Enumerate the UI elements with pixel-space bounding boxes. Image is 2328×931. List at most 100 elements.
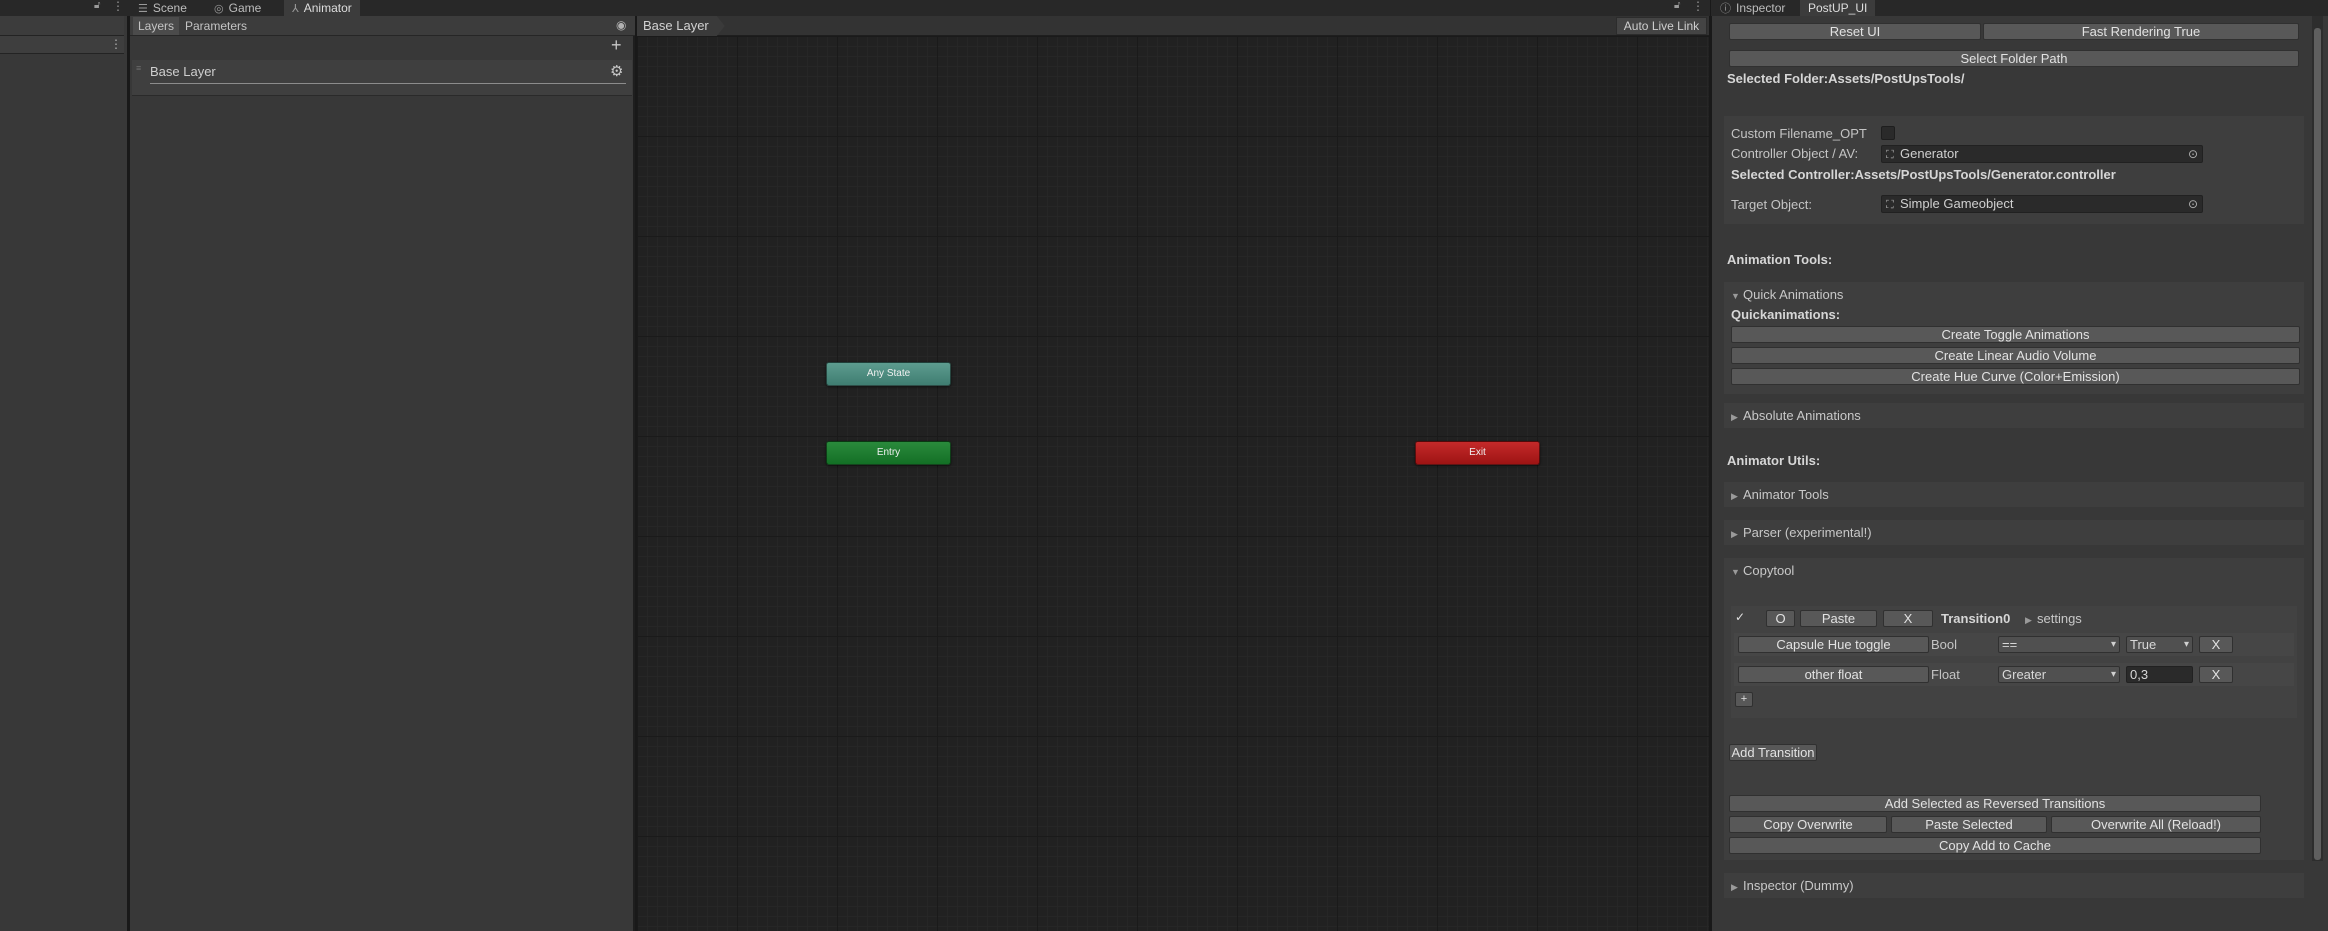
lock-icon[interactable]: 🔓︎	[1674, 0, 1680, 11]
controller-object-field[interactable]: ⛶ Generator ⊙	[1881, 145, 2203, 163]
hierarchy-row[interactable]: ⋮	[0, 36, 124, 54]
tab-game[interactable]: ◎ Game	[206, 0, 269, 16]
foldout-closed-icon: ▶	[2025, 615, 2032, 625]
tab-animator-label: Animator	[303, 1, 352, 15]
chevron-down-icon: ▾	[2183, 639, 2189, 650]
prefab-icon: ⛶	[1886, 149, 1894, 161]
auto-live-link-button[interactable]: Auto Live Link	[1616, 17, 1707, 35]
paste-button[interactable]: Paste	[1800, 610, 1877, 627]
any-state-node[interactable]: Any State	[826, 362, 951, 386]
tab-scene[interactable]: ☰ Scene	[130, 0, 195, 16]
add-condition-button[interactable]: +	[1735, 692, 1753, 707]
gamepad-icon: ◎	[214, 2, 224, 15]
exit-node[interactable]: Exit	[1415, 441, 1540, 465]
controller-value: Generator	[1900, 146, 1959, 161]
drag-handle-icon[interactable]: ≡	[136, 64, 141, 73]
create-toggle-animations-button[interactable]: Create Toggle Animations	[1731, 326, 2300, 343]
scrollbar-thumb[interactable]	[2314, 28, 2321, 860]
condition-value-field[interactable]: 0,3	[2126, 666, 2193, 683]
fast-rendering-button[interactable]: Fast Rendering True	[1983, 23, 2299, 40]
eye-icon[interactable]: ◉	[616, 18, 626, 32]
animator-utils-header: Animator Utils:	[1727, 453, 1821, 468]
o-button[interactable]: O	[1766, 610, 1795, 627]
tab-animator[interactable]: ⅄ Animator	[284, 0, 360, 16]
animator-tools-foldout[interactable]: ▶ Animator Tools	[1731, 487, 1829, 502]
add-layer-button[interactable]: +	[611, 36, 622, 54]
scene-dock-tab-bar: ☰ Scene ◎ Game ⅄ Animator 🔓︎ ⋮	[128, 0, 1710, 16]
selected-folder-label: Selected Folder:Assets/PostUpsTools/	[1727, 71, 1965, 86]
hierarchy-tab-bar: 🔓︎ ⋮	[0, 0, 128, 16]
absolute-animations-label: Absolute Animations	[1743, 408, 1861, 423]
kebab-menu-icon[interactable]: ⋮	[110, 37, 122, 51]
kebab-menu-icon[interactable]: ⋮	[112, 0, 124, 13]
condition-operator-value: Greater	[2002, 667, 2047, 682]
inspector-dummy-foldout[interactable]: ▶ Inspector (Dummy)	[1731, 878, 1854, 893]
foldout-closed-icon: ▶	[1731, 412, 1738, 422]
tab-inspector[interactable]: ⓘ Inspector	[1712, 0, 1793, 16]
condition-value: True	[2130, 637, 2157, 652]
layers-panel	[130, 16, 635, 931]
copytool-label: Copytool	[1743, 563, 1795, 578]
reset-ui-button[interactable]: Reset UI	[1729, 23, 1981, 40]
inspector-tab-bar: ⓘ Inspector PostUP_UI	[1711, 0, 2328, 16]
tab-parameters[interactable]: Parameters	[180, 17, 252, 35]
object-picker-icon[interactable]: ⊙	[2188, 146, 2198, 162]
overwrite-all-button[interactable]: Overwrite All (Reload!)	[2051, 816, 2261, 833]
graph-toolbar	[637, 16, 1709, 36]
layer-name: Base Layer	[150, 64, 216, 79]
hierarchy-toolbar	[0, 16, 124, 36]
gear-icon[interactable]: ⚙	[610, 62, 623, 80]
custom-filename-label: Custom Filename_OPT	[1731, 126, 1867, 141]
copytool-foldout[interactable]: ▼ Copytool	[1731, 563, 1794, 578]
transition-check-icon[interactable]: ✓	[1735, 610, 1745, 624]
prefab-icon: ⛶	[1886, 199, 1894, 211]
create-linear-audio-button[interactable]: Create Linear Audio Volume	[1731, 347, 2300, 364]
foldout-open-icon: ▼	[1731, 291, 1740, 301]
tab-scene-label: Scene	[152, 1, 187, 15]
lock-icon[interactable]: 🔓︎	[94, 0, 100, 11]
object-picker-icon[interactable]: ⊙	[2188, 196, 2198, 212]
add-reversed-transitions-button[interactable]: Add Selected as Reversed Transitions	[1729, 795, 2261, 812]
create-hue-curve-button[interactable]: Create Hue Curve (Color+Emission)	[1731, 368, 2300, 385]
target-object-field[interactable]: ⛶ Simple Gameobject ⊙	[1881, 195, 2203, 213]
animation-tools-header: Animation Tools:	[1727, 252, 1833, 267]
tab-game-label: Game	[228, 1, 262, 15]
entry-node[interactable]: Entry	[826, 441, 951, 465]
condition-operator-dropdown[interactable]: Greater ▾	[1998, 666, 2120, 683]
absolute-animations-foldout[interactable]: ▶ Absolute Animations	[1731, 408, 1861, 423]
select-folder-button[interactable]: Select Folder Path	[1729, 50, 2299, 67]
condition-param-button[interactable]: Capsule Hue toggle	[1738, 636, 1929, 653]
controller-label: Controller Object / AV:	[1731, 146, 1859, 161]
condition-param-button[interactable]: other float	[1738, 666, 1929, 683]
parser-foldout[interactable]: ▶ Parser (experimental!)	[1731, 525, 1872, 540]
target-value: Simple Gameobject	[1900, 196, 2014, 211]
tab-layers[interactable]: Layers	[133, 17, 180, 35]
tab-postup-ui[interactable]: PostUP_UI	[1800, 0, 1876, 16]
selected-controller-label: Selected Controller:Assets/PostUpsTools/…	[1731, 167, 2116, 182]
paste-selected-button[interactable]: Paste Selected	[1891, 816, 2047, 833]
quick-animations-label: Quick Animations	[1743, 287, 1844, 302]
add-transition-button[interactable]: Add Transition	[1729, 744, 1817, 761]
tab-inspector-label: Inspector	[1736, 1, 1786, 15]
quick-animations-foldout[interactable]: ▼ Quick Animations	[1731, 287, 1843, 302]
kebab-menu-icon[interactable]: ⋮	[1692, 0, 1704, 13]
foldout-closed-icon: ▶	[1731, 529, 1738, 539]
inspector-dummy-label: Inspector (Dummy)	[1743, 878, 1854, 893]
hierarchy-panel	[0, 0, 128, 931]
remove-condition-button[interactable]: X	[2199, 666, 2233, 683]
layers-toolbar: Layers Parameters ◉	[130, 16, 635, 36]
remove-transition-button[interactable]: X	[1883, 610, 1933, 627]
condition-operator-dropdown[interactable]: == ▾	[1998, 636, 2120, 653]
breadcrumb[interactable]: Base Layer	[637, 16, 725, 36]
custom-filename-checkbox[interactable]	[1881, 126, 1895, 140]
settings-foldout[interactable]: ▶ settings	[2025, 611, 2082, 626]
target-object-label: Target Object:	[1731, 197, 1812, 212]
remove-condition-button[interactable]: X	[2199, 636, 2233, 653]
condition-value-dropdown[interactable]: True ▾	[2126, 636, 2193, 653]
info-icon: ⓘ	[1720, 3, 1731, 15]
layer-weight-bar	[150, 83, 626, 84]
foldout-closed-icon: ▶	[1731, 491, 1738, 501]
copy-add-to-cache-button[interactable]: Copy Add to Cache	[1729, 837, 2261, 854]
copy-overwrite-button[interactable]: Copy Overwrite	[1729, 816, 1887, 833]
animator-graph[interactable]	[637, 36, 1709, 931]
